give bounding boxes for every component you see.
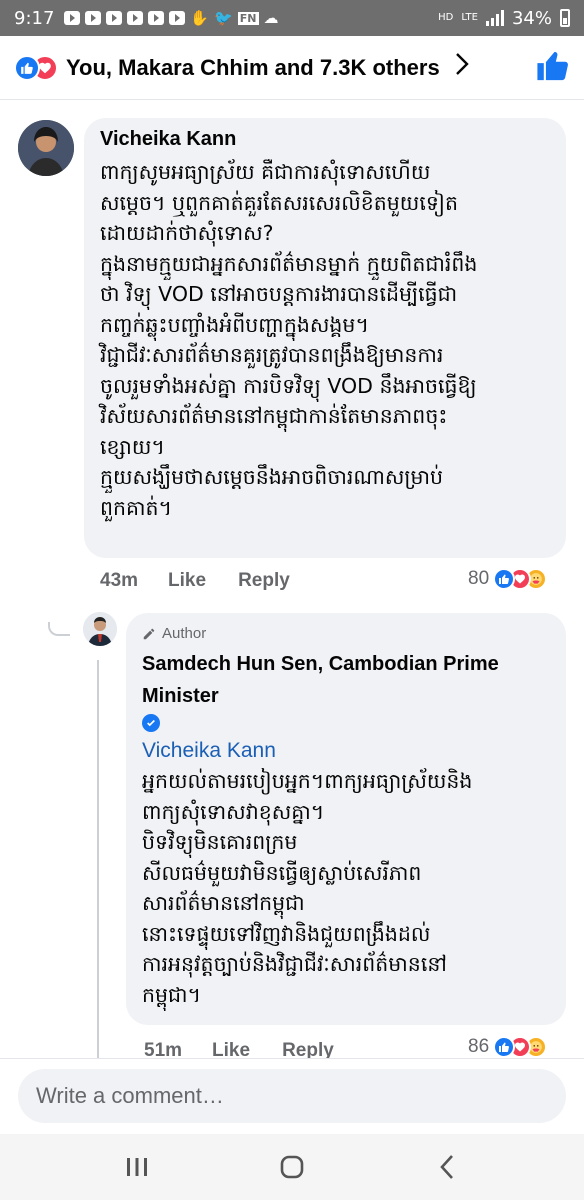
back-icon[interactable] xyxy=(417,1147,477,1187)
reply-reactions[interactable]: 86 xyxy=(468,1036,548,1058)
signal-icon xyxy=(485,10,504,26)
youtube-icon xyxy=(169,11,186,25)
comment-composer: Write a comment… xyxy=(0,1058,584,1134)
reply-bubble: Author Samdech Hun Sen, Cambodian Prime … xyxy=(126,613,566,1025)
reactions-summary[interactable]: You, Makara Chhim and 7.3K others xyxy=(0,36,584,100)
like-icon xyxy=(493,568,516,590)
reaction-count: 86 xyxy=(468,1036,490,1057)
comment-time: 43m xyxy=(100,570,139,591)
mentioned-user[interactable]: Vicheika Kann xyxy=(142,736,550,766)
comment-input[interactable]: Write a comment… xyxy=(18,1069,566,1123)
commenter-avatar[interactable] xyxy=(18,120,74,176)
home-icon[interactable] xyxy=(262,1147,322,1187)
system-nav-bar xyxy=(0,1134,584,1200)
chevron-right-icon[interactable] xyxy=(454,52,470,83)
lte-indicator: LTE xyxy=(461,12,478,23)
like-icon xyxy=(14,54,40,81)
comment-reactions[interactable]: 80 xyxy=(468,568,548,590)
hand-icon: ✋ xyxy=(190,9,210,27)
author-badge-label: Author xyxy=(162,625,207,642)
youtube-icon xyxy=(85,11,102,25)
verified-badge-icon xyxy=(142,714,160,732)
recent-apps-icon[interactable] xyxy=(107,1147,167,1187)
reply-button[interactable]: Reply xyxy=(238,570,290,592)
reaction-icons xyxy=(14,54,58,81)
status-bar: 9:17 ✋ 🐦 FN ☁ HD LTE 34% xyxy=(0,0,584,36)
comment-author[interactable]: Vicheika Kann xyxy=(100,128,550,151)
battery-icon xyxy=(560,9,570,27)
youtube-icon xyxy=(64,11,81,25)
twitter-icon: 🐦 xyxy=(214,9,233,27)
author-badge: Author xyxy=(142,625,550,642)
notification-icons: ✋ 🐦 FN ☁ xyxy=(64,9,279,27)
author-avatar[interactable] xyxy=(83,612,117,646)
youtube-icon xyxy=(148,11,165,25)
comment-text: ពាក្យសូមអធ្យាស្រ័យ គឺជាការសុំទោសហើយ សម្ដ… xyxy=(100,160,478,520)
fn-icon: FN xyxy=(237,11,259,25)
cloud-icon: ☁ xyxy=(263,9,279,27)
like-button[interactable]: Like xyxy=(168,570,206,592)
reaction-count: 80 xyxy=(468,568,490,589)
status-time: 9:17 xyxy=(14,7,55,29)
thread-connector xyxy=(48,622,70,636)
reply-author[interactable]: Samdech Hun Sen, Cambodian Prime Ministe… xyxy=(142,648,550,712)
like-button[interactable] xyxy=(536,49,570,87)
hd-indicator: HD xyxy=(438,12,454,23)
youtube-icon xyxy=(106,11,123,25)
reply-text: អ្នកយល់តាមរបៀបអ្នក។ពាក្យអធ្យាស្រ័យនិង ពា… xyxy=(142,769,473,1007)
battery-level: 34% xyxy=(511,7,552,29)
reactions-summary-text: You, Makara Chhim and 7.3K others xyxy=(66,54,440,80)
thread-line xyxy=(97,660,99,1058)
comment-bubble: Vicheika Kann ពាក្យសូមអធ្យាស្រ័យ គឺជាការ… xyxy=(84,118,566,558)
comment-actions: 43m Like Reply xyxy=(100,570,322,592)
like-icon xyxy=(493,1036,516,1058)
youtube-icon xyxy=(127,11,144,25)
pencil-icon xyxy=(143,628,155,639)
